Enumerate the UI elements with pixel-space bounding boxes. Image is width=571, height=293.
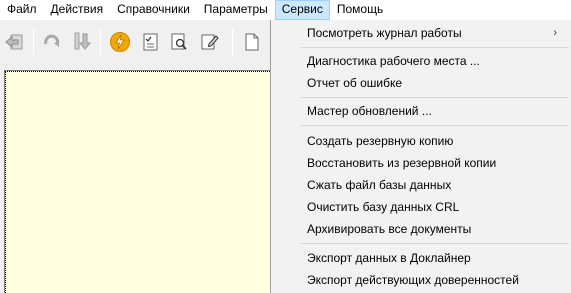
toolbar-separator bbox=[100, 29, 101, 55]
edit-document-button[interactable] bbox=[198, 30, 222, 54]
menu-directories[interactable]: Справочники bbox=[110, 0, 197, 20]
menu-item-label: Посмотреть журнал работы bbox=[307, 26, 462, 40]
menu-item-create-backup[interactable]: Создать резервную копию bbox=[273, 130, 569, 152]
menu-item-restore-backup[interactable]: Восстановить из резервной копии bbox=[273, 152, 569, 174]
menu-item-error-report[interactable]: Отчет об ошибке bbox=[273, 72, 569, 94]
edit-document-icon bbox=[201, 34, 219, 50]
menu-parameters[interactable]: Параметры bbox=[197, 0, 275, 20]
menu-separator bbox=[301, 125, 569, 126]
work-area[interactable] bbox=[4, 70, 270, 293]
menu-item-clear-crl-database[interactable]: Очистить базу данных CRL bbox=[273, 196, 569, 218]
menu-help[interactable]: Помощь bbox=[330, 0, 390, 20]
toolbar bbox=[0, 20, 270, 64]
menu-item-archive-all-documents[interactable]: Архивировать все документы bbox=[273, 218, 569, 240]
menu-service[interactable]: Сервис bbox=[274, 0, 330, 20]
menu-separator bbox=[301, 97, 569, 98]
toolbar-separator bbox=[33, 29, 34, 55]
toolbar-separator bbox=[232, 29, 233, 55]
menu-file[interactable]: Файл bbox=[0, 0, 44, 20]
new-document-button[interactable] bbox=[240, 30, 264, 54]
submenu-arrow-icon: › bbox=[553, 27, 557, 39]
lightning-button[interactable] bbox=[108, 30, 132, 54]
service-dropdown-menu: Посмотреть журнал работы › Диагностика р… bbox=[270, 20, 571, 293]
menu-item-view-work-log[interactable]: Посмотреть журнал работы › bbox=[273, 22, 569, 44]
menu-item-workplace-diagnostics[interactable]: Диагностика рабочего места ... bbox=[273, 50, 569, 72]
new-document-icon bbox=[245, 33, 259, 51]
exit-button[interactable] bbox=[4, 30, 28, 54]
search-document-icon bbox=[171, 33, 187, 50]
menu-actions[interactable]: Действия bbox=[44, 0, 111, 20]
refresh-icon bbox=[44, 34, 60, 47]
focus-rectangle bbox=[5, 71, 270, 293]
checklist-icon bbox=[143, 33, 158, 51]
checklist-button[interactable] bbox=[139, 30, 163, 54]
menu-item-export-active-powers-of-attorney[interactable]: Экспорт действующих доверенностей bbox=[273, 269, 569, 291]
import-icon bbox=[74, 32, 92, 50]
search-document-button[interactable] bbox=[168, 30, 192, 54]
menu-item-update-wizard[interactable]: Мастер обновлений ... bbox=[273, 100, 569, 122]
import-button[interactable] bbox=[70, 30, 94, 54]
exit-icon bbox=[5, 34, 23, 50]
refresh-button[interactable] bbox=[40, 30, 64, 54]
menu-item-compress-database[interactable]: Сжать файл базы данных bbox=[273, 174, 569, 196]
lightning-icon bbox=[110, 32, 130, 52]
menu-item-export-to-docliner[interactable]: Экспорт данных в Доклайнер bbox=[273, 247, 569, 269]
menu-separator bbox=[301, 243, 569, 244]
menu-bar: Файл Действия Справочники Параметры Серв… bbox=[0, 0, 571, 20]
menu-separator bbox=[301, 47, 569, 48]
